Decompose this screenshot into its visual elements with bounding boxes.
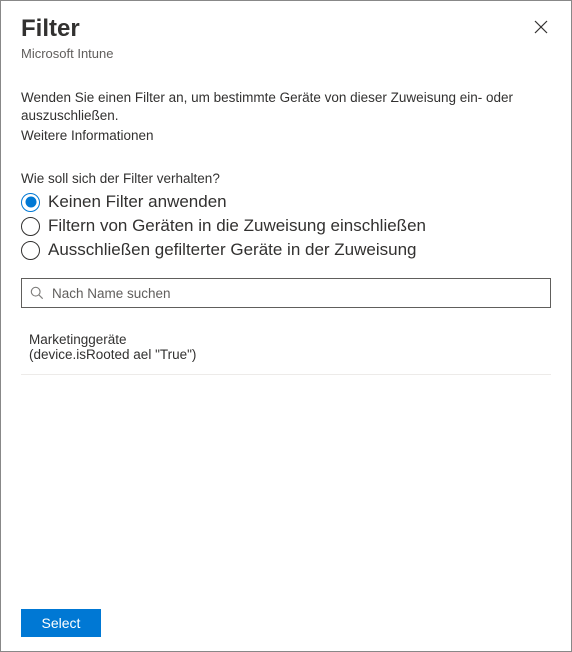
panel-body[interactable]: Wenden Sie einen Filter an, um bestimmte… — [1, 67, 571, 597]
filter-panel: Filter Microsoft Intune Wenden Sie einen… — [0, 0, 572, 652]
description-text: Wenden Sie einen Filter an, um bestimmte… — [21, 89, 551, 125]
search-box[interactable] — [21, 278, 551, 308]
radio-label: Keinen Filter anwenden — [48, 192, 227, 212]
panel-title: Filter — [21, 15, 551, 44]
panel-subtitle: Microsoft Intune — [21, 46, 551, 61]
filter-item-expression: (device.isRooted ael "True") — [29, 347, 543, 362]
filter-mode-question: Wie soll sich der Filter verhalten? — [21, 171, 551, 186]
filter-mode-radio-group: Keinen Filter anwenden Filtern von Gerät… — [21, 190, 551, 262]
search-input[interactable] — [50, 285, 542, 302]
close-icon — [534, 20, 548, 34]
filter-list-item[interactable]: Marketinggeräte (device.isRooted ael "Tr… — [21, 330, 551, 375]
radio-option-exclude[interactable]: Ausschließen gefilterter Geräte in der Z… — [21, 238, 551, 262]
panel-header: Filter Microsoft Intune — [1, 1, 571, 67]
radio-icon — [21, 217, 40, 236]
panel-footer: Select — [1, 597, 571, 651]
spacer — [21, 375, 551, 597]
filter-item-name: Marketinggeräte — [29, 332, 543, 347]
more-info-link[interactable]: Weitere Informationen — [21, 128, 154, 143]
radio-label: Filtern von Geräten in die Zuweisung ein… — [48, 216, 426, 236]
radio-icon — [21, 193, 40, 212]
radio-option-none[interactable]: Keinen Filter anwenden — [21, 190, 551, 214]
radio-icon — [21, 241, 40, 260]
select-button[interactable]: Select — [21, 609, 101, 637]
close-button[interactable] — [529, 15, 553, 39]
search-icon — [30, 286, 44, 300]
radio-option-include[interactable]: Filtern von Geräten in die Zuweisung ein… — [21, 214, 551, 238]
radio-label: Ausschließen gefilterter Geräte in der Z… — [48, 240, 417, 260]
